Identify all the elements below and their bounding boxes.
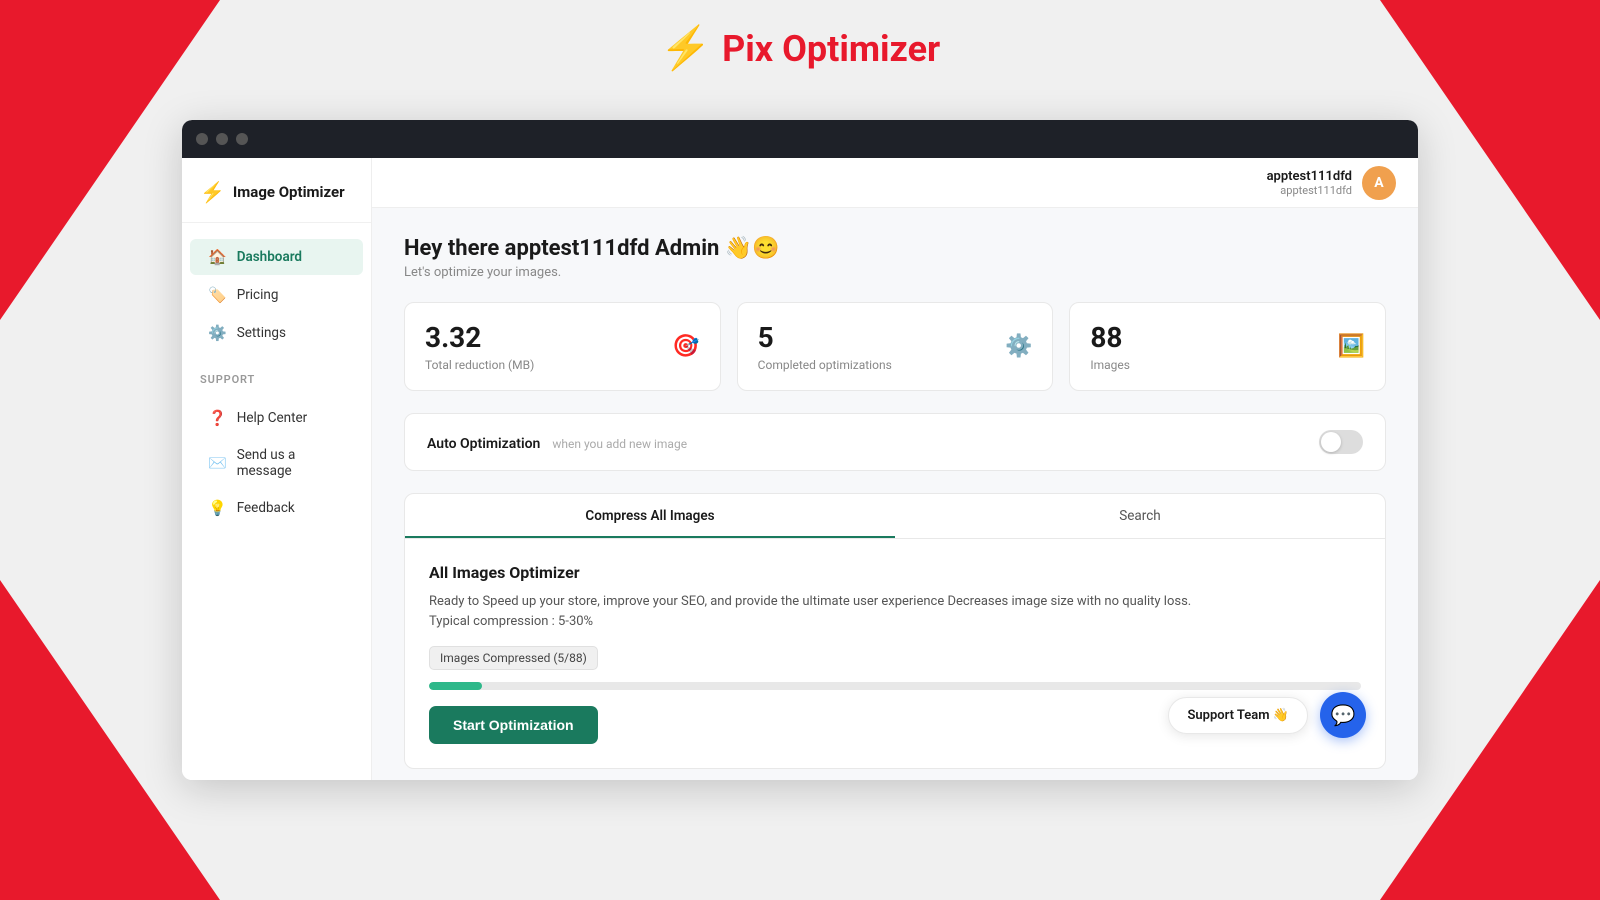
- sidebar-item-pricing[interactable]: 🏷️ Pricing: [190, 277, 363, 313]
- stat-card-reduction: 3.32 Total reduction (MB) 🎯: [404, 302, 721, 391]
- compression-note: Typical compression : 5-30%: [429, 614, 593, 629]
- sidebar-item-feedback[interactable]: 💡 Feedback: [190, 490, 363, 526]
- star-icon: 🎯: [672, 334, 699, 359]
- app-name: Pix Optimizer: [722, 28, 940, 70]
- browser-window: ⚡ Image Optimizer 🏠 Dashboard 🏷️ Pricing…: [182, 120, 1418, 780]
- logo-bolt-icon: ⚡: [660, 28, 712, 70]
- sidebar-item-pricing-label: Pricing: [237, 287, 279, 303]
- auto-opt-label: Auto Optimization: [427, 436, 540, 452]
- browser-dot-3: [236, 133, 248, 145]
- sidebar-item-dashboard[interactable]: 🏠 Dashboard: [190, 239, 363, 275]
- support-chat-button[interactable]: 💬: [1320, 692, 1366, 738]
- progress-fill: [429, 682, 482, 690]
- tab-search-label: Search: [1119, 508, 1160, 524]
- browser-chrome: [182, 120, 1418, 158]
- gear-icon: ⚙️: [1005, 334, 1032, 359]
- progress-track: [429, 682, 1361, 690]
- user-info: apptest111dfd apptest111dfd A: [1267, 166, 1396, 200]
- mail-icon: ✉️: [208, 454, 227, 472]
- app-logo-area: ⚡ Pix Optimizer: [660, 28, 940, 70]
- user-avatar[interactable]: A: [1362, 166, 1396, 200]
- footer-bar: i Learn more about Terms of use ↗: [404, 769, 1386, 780]
- auto-opt-sub: when you add new image: [552, 437, 687, 451]
- stat-value-reduction: 3.32: [425, 321, 534, 354]
- optimizer-desc: Ready to Speed up your store, improve yo…: [429, 592, 1361, 632]
- sidebar-logo-text: Image Optimizer: [233, 183, 345, 201]
- stat-card-optimizations: 5 Completed optimizations ⚙️: [737, 302, 1054, 391]
- image-icon: 🖼️: [1338, 334, 1365, 359]
- home-icon: 🏠: [208, 248, 227, 266]
- sidebar-item-send-message[interactable]: ✉️ Send us a message: [190, 438, 363, 488]
- auto-optimization-toggle[interactable]: [1319, 430, 1363, 454]
- user-email: apptest111dfd: [1267, 184, 1352, 197]
- sidebar-item-settings[interactable]: ⚙️ Settings: [190, 315, 363, 351]
- start-optimization-button[interactable]: Start Optimization: [429, 706, 598, 744]
- tab-compress-label: Compress All Images: [585, 508, 714, 524]
- stat-label-optimizations: Completed optimizations: [758, 358, 892, 372]
- tabs-header: Compress All Images Search: [405, 494, 1385, 539]
- sidebar-item-help-label: Help Center: [237, 410, 308, 426]
- settings-icon: ⚙️: [208, 324, 227, 342]
- sidebar-item-dashboard-label: Dashboard: [237, 249, 302, 265]
- browser-dot-1: [196, 133, 208, 145]
- stats-row: 3.32 Total reduction (MB) 🎯 5 Completed …: [404, 302, 1386, 391]
- greeting-title: Hey there apptest111dfd Admin 👋😊: [404, 236, 1386, 261]
- help-icon: ❓: [208, 409, 227, 427]
- tab-compress-all[interactable]: Compress All Images: [405, 494, 895, 538]
- optimizer-title: All Images Optimizer: [429, 563, 1361, 582]
- sidebar-nav: 🏠 Dashboard 🏷️ Pricing ⚙️ Settings: [182, 231, 371, 359]
- stat-card-images: 88 Images 🖼️: [1069, 302, 1386, 391]
- support-team-label: Support Team 👋: [1168, 697, 1308, 734]
- user-name-block: apptest111dfd apptest111dfd: [1267, 169, 1352, 197]
- feedback-icon: 💡: [208, 499, 227, 517]
- sidebar-logo-icon: ⚡: [200, 180, 225, 204]
- sidebar-support-nav: ❓ Help Center ✉️ Send us a message 💡 Fee…: [182, 392, 371, 534]
- tab-search[interactable]: Search: [895, 494, 1385, 538]
- support-chat-widget: Support Team 👋 💬: [1168, 692, 1366, 738]
- auto-optimization-bar: Auto Optimization when you add new image: [404, 413, 1386, 471]
- support-section-label: SUPPORT: [182, 359, 371, 392]
- sidebar-item-settings-label: Settings: [237, 325, 286, 341]
- chat-icon: 💬: [1331, 703, 1356, 727]
- pricing-icon: 🏷️: [208, 286, 227, 304]
- sidebar: ⚡ Image Optimizer 🏠 Dashboard 🏷️ Pricing…: [182, 158, 372, 780]
- stat-label-reduction: Total reduction (MB): [425, 358, 534, 372]
- images-compressed-badge: Images Compressed (5/88): [429, 646, 598, 670]
- stat-value-images: 88: [1090, 321, 1130, 354]
- toggle-thumb: [1321, 432, 1341, 452]
- user-name: apptest111dfd: [1267, 169, 1352, 184]
- app-layout: ⚡ Image Optimizer 🏠 Dashboard 🏷️ Pricing…: [182, 158, 1418, 780]
- content-area: apptest111dfd apptest111dfd A Hey there …: [372, 158, 1418, 780]
- sidebar-item-feedback-label: Feedback: [237, 500, 295, 516]
- stat-label-images: Images: [1090, 358, 1130, 372]
- sidebar-item-help-center[interactable]: ❓ Help Center: [190, 400, 363, 436]
- sidebar-item-message-label: Send us a message: [237, 447, 345, 479]
- optimizer-desc-text: Ready to Speed up your store, improve yo…: [429, 594, 1191, 609]
- browser-dot-2: [216, 133, 228, 145]
- stat-value-optimizations: 5: [758, 321, 892, 354]
- top-bar: apptest111dfd apptest111dfd A: [372, 158, 1418, 208]
- greeting-sub: Let's optimize your images.: [404, 265, 1386, 280]
- auto-opt-label-block: Auto Optimization when you add new image: [427, 433, 687, 452]
- sidebar-logo: ⚡ Image Optimizer: [182, 174, 371, 223]
